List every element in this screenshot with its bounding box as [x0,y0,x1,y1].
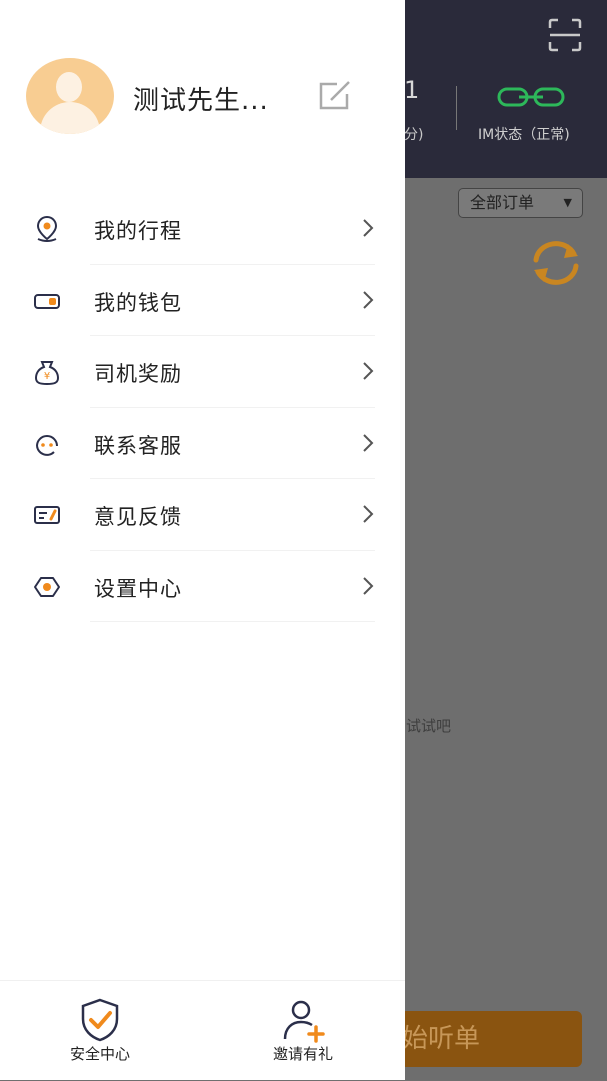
safety-center-button[interactable]: 安全中心 [30,981,170,1081]
side-drawer: 测试先生... 我的行程 我的钱包 ¥ 司机奖励 联系客服 意见反馈 设置中心 … [0,0,405,1080]
im-status-label: IM状态（正常) [478,127,570,143]
chevron-right-icon [363,505,374,523]
menu-item-rewards[interactable]: ¥ 司机奖励 [0,336,405,408]
user-name[interactable]: 测试先生... [133,80,269,117]
money-bag-icon: ¥ [34,361,60,386]
chevron-right-icon [363,576,374,595]
menu-item-label: 设置中心 [94,576,182,601]
menu-item-wallet[interactable]: 我的钱包 [0,265,405,336]
invite-button[interactable]: 邀请有礼 [233,981,373,1081]
order-filter-value: 全部订单 [470,193,535,212]
chevron-right-icon [363,219,374,237]
menu-item-label: 我的行程 [94,219,182,243]
menu-divider [90,621,375,622]
link-icon [497,87,565,107]
invite-label: 邀请有礼 [272,1045,333,1063]
chevron-right-icon [363,290,374,309]
menu-item-label: 司机奖励 [94,362,182,386]
drawer-menu: 我的行程 我的钱包 ¥ 司机奖励 联系客服 意见反馈 设置中心 [0,193,405,622]
order-filter-select[interactable]: 全部订单 ▼ [458,188,583,218]
start-listen-button[interactable]: 始听单 [400,1011,582,1067]
avatar-head [56,72,82,102]
avatar-body [40,102,100,134]
stat-unit: 分) [404,127,424,143]
empty-hint-text: 试试吧 [406,717,452,735]
drawer-bottom-bar: 安全中心 邀请有礼 [0,980,405,1081]
menu-item-trips[interactable]: 我的行程 [0,193,405,265]
scan-icon[interactable] [548,18,582,52]
menu-item-customer-service[interactable]: 联系客服 [0,408,405,479]
location-pin-icon [36,215,58,242]
menu-item-label: 意见反馈 [94,505,182,529]
menu-item-label: 我的钱包 [94,290,182,315]
edit-icon[interactable] [317,80,353,112]
menu-item-label: 联系客服 [94,433,182,458]
avatar[interactable] [26,58,114,134]
wallet-icon [34,293,60,309]
chevron-right-icon [363,433,374,452]
stat-value: 1 [404,76,420,104]
safety-center-label: 安全中心 [69,1045,130,1063]
refresh-icon[interactable] [528,238,584,288]
shield-check-icon [81,998,119,1042]
feedback-icon [34,506,60,524]
caret-down-icon: ▼ [563,196,572,209]
settings-icon [34,576,60,597]
header-divider [456,86,457,130]
customer-service-icon [36,434,58,456]
svg-text:¥: ¥ [44,371,50,382]
invite-user-icon [283,1000,325,1043]
menu-item-feedback[interactable]: 意见反馈 [0,479,405,551]
menu-item-settings[interactable]: 设置中心 [0,551,405,622]
chevron-right-icon [363,362,374,380]
